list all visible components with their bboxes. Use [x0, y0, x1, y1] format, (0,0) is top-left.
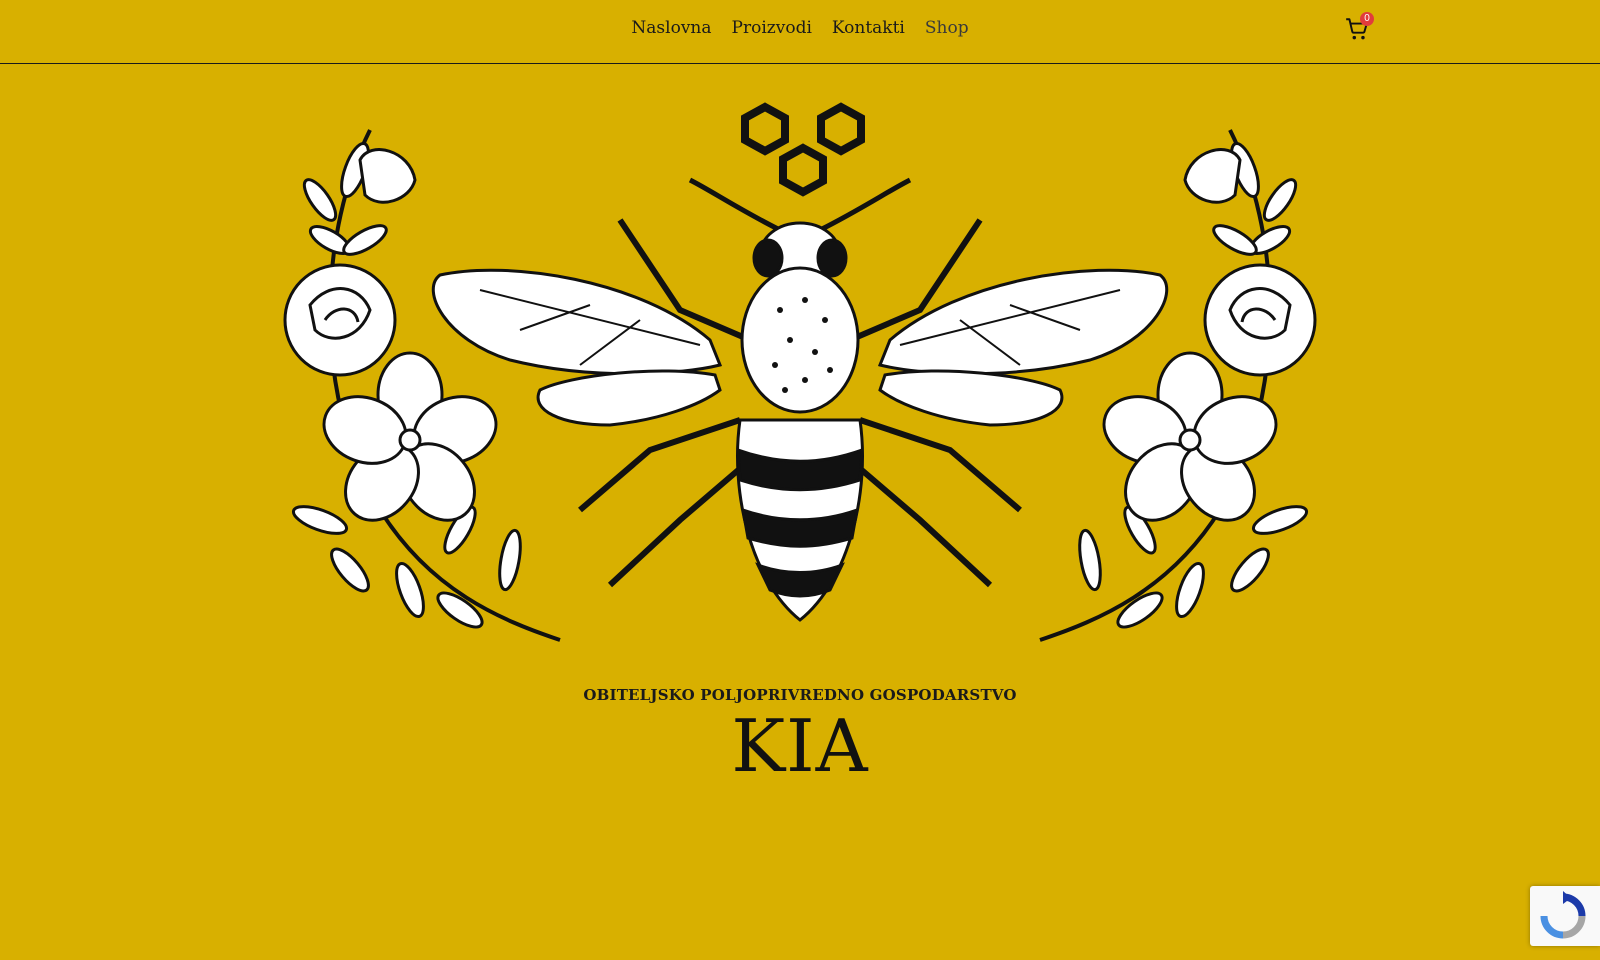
honeycomb-icon: [741, 102, 865, 197]
bee-floral-illustration: [283, 102, 1317, 642]
left-floral-wreath: [283, 129, 561, 642]
bee-icon: [431, 177, 1169, 622]
nav-item-shop[interactable]: Shop: [925, 18, 969, 38]
cart-button[interactable]: 0: [1344, 12, 1374, 46]
nav-item-naslovna[interactable]: Naslovna: [631, 18, 711, 38]
recaptcha-icon: [1540, 891, 1586, 939]
site-header: Naslovna Proizvodi Kontakti Shop 0: [0, 0, 1600, 64]
hero-subtitle: OBITELJSKO POLJOPRIVREDNO GOSPODARSTVO: [583, 686, 1017, 704]
nav-item-proizvodi[interactable]: Proizvodi: [732, 18, 812, 38]
cart-count-badge: 0: [1360, 12, 1374, 26]
brand-title: KIA: [731, 704, 869, 788]
right-floral-wreath: [1039, 129, 1317, 642]
recaptcha-badge[interactable]: [1530, 886, 1600, 946]
nav-item-kontakti[interactable]: Kontakti: [832, 18, 905, 38]
